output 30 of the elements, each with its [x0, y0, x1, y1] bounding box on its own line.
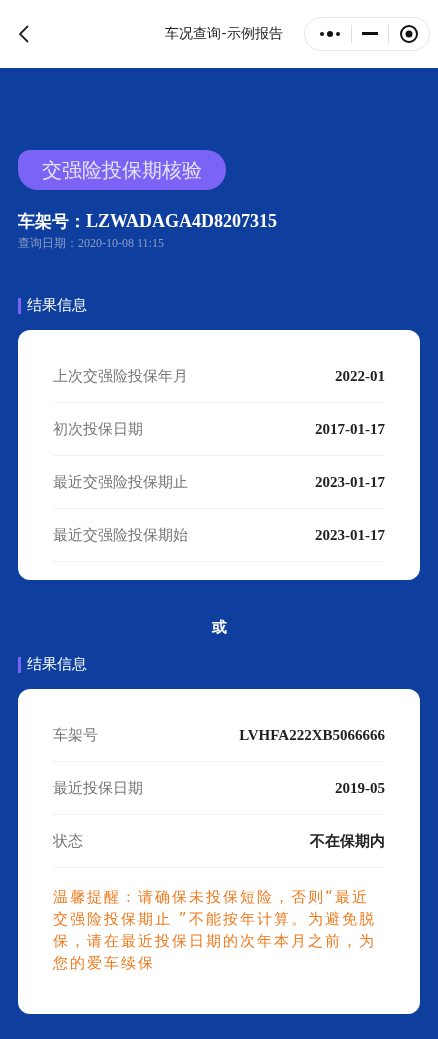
- vin-label: 车架号：: [18, 211, 86, 231]
- field-label: 状态: [53, 831, 83, 851]
- field-label: 车架号: [53, 725, 98, 745]
- section-marker: [18, 656, 21, 673]
- field-label: 初次投保日期: [53, 419, 143, 439]
- field-value: 2019-05: [335, 779, 385, 797]
- vin-number: LZWADAGA4D8207315: [86, 211, 277, 231]
- field-label: 上次交强险投保年月: [53, 366, 188, 386]
- back-icon[interactable]: [18, 24, 30, 44]
- field-value: 2022-01: [335, 367, 385, 385]
- field-value: 不在保期内: [310, 831, 385, 851]
- field-value: LVHFA222XB5066666: [239, 726, 385, 744]
- close-icon[interactable]: [399, 24, 419, 44]
- field-label: 最近投保日期: [53, 778, 143, 798]
- section-title: 结果信息: [27, 296, 87, 315]
- report-type-badge: 交强险投保期核验: [18, 150, 226, 190]
- minimize-icon[interactable]: [362, 32, 378, 36]
- field-value: 2023-01-17: [315, 473, 385, 491]
- section-title: 结果信息: [27, 655, 87, 674]
- field-label: 最近交强险投保期始: [53, 525, 188, 545]
- query-date: 2020-10-08 11:15: [78, 236, 164, 250]
- field-value: 2023-01-17: [315, 526, 385, 544]
- notice-text: 温馨提醒：请确保未投保短险，否则“最近交强险投保期止 ”不能按年计算。为避免脱保，请在最近投保日期的次年本月之前，为您的爱车续保: [53, 887, 377, 974]
- page-title: 车况查询-示例报告: [165, 25, 283, 43]
- field-value: 2017-01-17: [315, 420, 385, 438]
- section-marker: [18, 297, 21, 314]
- separator-text: 或: [210, 618, 228, 637]
- query-date-label: 查询日期：: [18, 236, 78, 250]
- field-label: 最近交强险投保期止: [53, 472, 188, 492]
- more-icon[interactable]: [319, 30, 341, 38]
